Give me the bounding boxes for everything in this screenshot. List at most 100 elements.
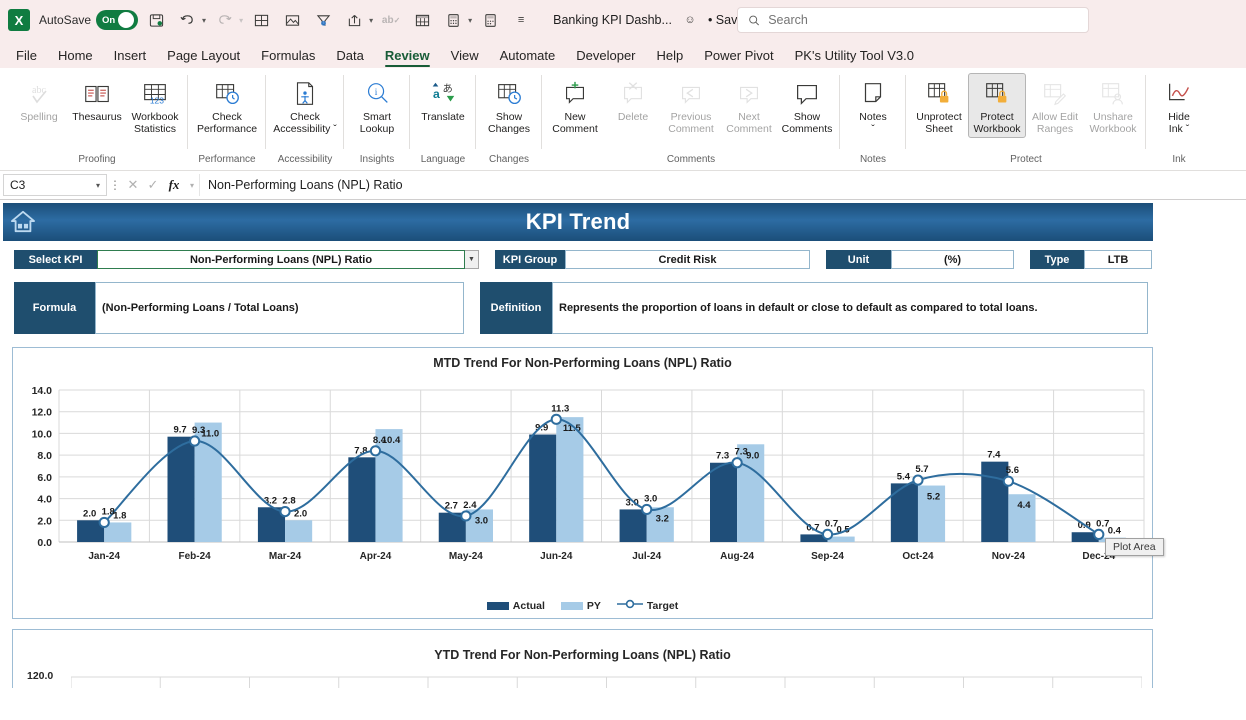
mtd-chart-card[interactable]: MTD Trend For Non-Performing Loans (NPL)… <box>12 347 1164 619</box>
name-box-chevron-down-icon[interactable]: ▾ <box>96 181 100 190</box>
redo-icon[interactable] <box>211 7 237 33</box>
calculator2-icon[interactable] <box>477 7 503 33</box>
search-input[interactable] <box>768 13 1078 27</box>
legend-item-actual[interactable]: Actual <box>486 600 545 612</box>
hide-ink-label-2[interactable]: Ink ˇ <box>1169 123 1189 136</box>
kpi-group-label: KPI Group <box>495 250 565 269</box>
notes-button[interactable]: Notes ˇ <box>844 73 902 138</box>
calculator-icon[interactable] <box>440 7 466 33</box>
translate-button[interactable]: aあ Translate <box>414 73 472 127</box>
legend-item-py[interactable]: PY <box>560 600 601 612</box>
svg-text:0.7: 0.7 <box>825 518 838 529</box>
tab-view[interactable]: View <box>441 45 489 68</box>
calculator-dropdown-icon[interactable]: ▾ <box>468 16 472 25</box>
unshare-workbook-button[interactable]: Unshare Workbook <box>1084 73 1142 138</box>
protect-workbook-button[interactable]: Protect Workbook <box>968 73 1026 138</box>
tab-automate[interactable]: Automate <box>490 45 566 68</box>
notes-dropdown-icon[interactable]: ˇ <box>871 123 875 136</box>
svg-text:7.3: 7.3 <box>735 447 748 458</box>
svg-text:3.0: 3.0 <box>475 515 488 526</box>
svg-text:i: i <box>375 88 378 98</box>
tab-power-pivot[interactable]: Power Pivot <box>694 45 783 68</box>
svg-text:0.7: 0.7 <box>1096 518 1109 529</box>
kpi-meta-row: Formula (Non-Performing Loans / Total Lo… <box>0 269 1246 334</box>
spelling-icon[interactable]: ab ✓ <box>378 7 404 33</box>
name-box[interactable]: C3 ▾ <box>3 174 107 196</box>
share-icon[interactable] <box>341 7 367 33</box>
document-title[interactable]: Banking KPI Dashb... <box>553 13 672 27</box>
type-value: LTB <box>1084 250 1152 269</box>
mtd-plot-area[interactable]: 0.0 2.0 4.0 6.0 8.0 10.0 12.0 14.0 2.0 1.8 Jan-24 9… <box>13 374 1154 589</box>
next-comment-button[interactable]: Next Comment <box>720 73 778 138</box>
borders-icon[interactable] <box>248 7 274 33</box>
filter-icon[interactable] <box>310 7 336 33</box>
grid-person-icon <box>1098 76 1128 112</box>
tab-help[interactable]: Help <box>647 45 694 68</box>
autosave-toggle[interactable]: On <box>96 10 139 30</box>
share-person-icon[interactable]: ☺ <box>677 7 703 33</box>
ytd-plot-area[interactable] <box>70 676 1143 688</box>
insert-function-button[interactable]: fx <box>163 177 185 193</box>
comment-prev-icon <box>676 76 706 112</box>
search-box[interactable] <box>737 7 1089 33</box>
workbook-statistics-button[interactable]: 123 Workbook Statistics <box>126 73 184 138</box>
delete-comment-button[interactable]: Delete <box>604 73 662 127</box>
spelling-button[interactable]: abc Spelling <box>10 73 68 127</box>
svg-text:Jun-24: Jun-24 <box>540 551 573 562</box>
unprotect-sheet-button[interactable]: Unprotect Sheet <box>910 73 968 138</box>
previous-comment-button[interactable]: Previous Comment <box>662 73 720 138</box>
tab-formulas[interactable]: Formulas <box>251 45 325 68</box>
ytd-chart-card[interactable]: YTD Trend For Non-Performing Loans (NPL)… <box>12 629 1153 688</box>
show-comments-button[interactable]: Show Comments <box>778 73 836 138</box>
home-icon[interactable] <box>3 210 43 234</box>
svg-text:7.3: 7.3 <box>716 451 729 462</box>
worksheet-area: KPI Trend Select KPI Non-Performing Loan… <box>0 200 1246 688</box>
tab-developer[interactable]: Developer <box>566 45 645 68</box>
svg-text:8.4: 8.4 <box>373 435 387 446</box>
tab-home[interactable]: Home <box>48 45 103 68</box>
new-comment-button[interactable]: New Comment <box>546 73 604 138</box>
new-comment-label-1: New <box>564 111 586 123</box>
unshare-workbook-label-1: Unshare <box>1093 111 1133 123</box>
svg-text:10.0: 10.0 <box>32 428 53 440</box>
tab-pk-utility-tool[interactable]: PK's Utility Tool V3.0 <box>785 45 924 68</box>
ytd-chart-svg <box>70 676 1143 688</box>
picture-icon[interactable] <box>279 7 305 33</box>
undo-dropdown-icon[interactable]: ▾ <box>202 16 206 25</box>
save-icon[interactable] <box>143 7 169 33</box>
formula-input[interactable]: Non-Performing Loans (NPL) Ratio <box>199 174 1243 196</box>
tab-insert[interactable]: Insert <box>104 45 157 68</box>
select-kpi-dropdown-icon[interactable]: ▼ <box>464 250 479 269</box>
group-label-proofing: Proofing <box>78 154 116 165</box>
check-performance-button[interactable]: Check Performance <box>192 73 262 138</box>
svg-text:abc: abc <box>32 85 46 96</box>
legend-item-target[interactable]: Target <box>616 599 678 612</box>
show-changes-button[interactable]: Show Changes <box>480 73 538 138</box>
thesaurus-label: Thesaurus <box>72 111 122 123</box>
grid-pencil-icon <box>1040 76 1070 112</box>
hide-ink-button[interactable]: Hide Ink ˇ <box>1150 73 1208 138</box>
tab-page-layout[interactable]: Page Layout <box>157 45 250 68</box>
thesaurus-button[interactable]: Thesaurus <box>68 73 126 127</box>
svg-text:Oct-24: Oct-24 <box>902 551 934 562</box>
tab-review[interactable]: Review <box>375 45 440 68</box>
ribbon-group-performance: Check Performance Performance <box>188 71 266 167</box>
spelling-label: Spelling <box>20 111 58 123</box>
confirm-entry-button[interactable]: ✓ <box>143 177 163 193</box>
table-icon[interactable] <box>409 7 435 33</box>
formula-bar-expand-icon[interactable]: ▾ <box>185 181 199 190</box>
allow-edit-ranges-button[interactable]: Allow Edit Ranges <box>1026 73 1084 138</box>
check-accessibility-button[interactable]: Check Accessibility ˇ <box>270 73 340 138</box>
cancel-entry-button[interactable]: ✕ <box>123 177 143 193</box>
ribbon: abc Spelling Thesaurus 123 Workbook Stat… <box>0 68 1246 171</box>
smart-lookup-button[interactable]: i Smart Lookup <box>348 73 406 138</box>
share-dropdown-icon[interactable]: ▾ <box>369 16 373 25</box>
more-commands-icon[interactable]: ≡ <box>508 7 534 33</box>
mtd-chart-title: MTD Trend For Non-Performing Loans (NPL)… <box>433 356 732 370</box>
name-box-more-icon[interactable]: ⋮ <box>107 178 123 192</box>
tab-data[interactable]: Data <box>326 45 373 68</box>
undo-icon[interactable] <box>174 7 200 33</box>
tab-file[interactable]: File <box>6 45 47 68</box>
select-kpi-value[interactable]: Non-Performing Loans (NPL) Ratio <box>97 250 465 269</box>
redo-dropdown-icon[interactable]: ▾ <box>239 16 243 25</box>
